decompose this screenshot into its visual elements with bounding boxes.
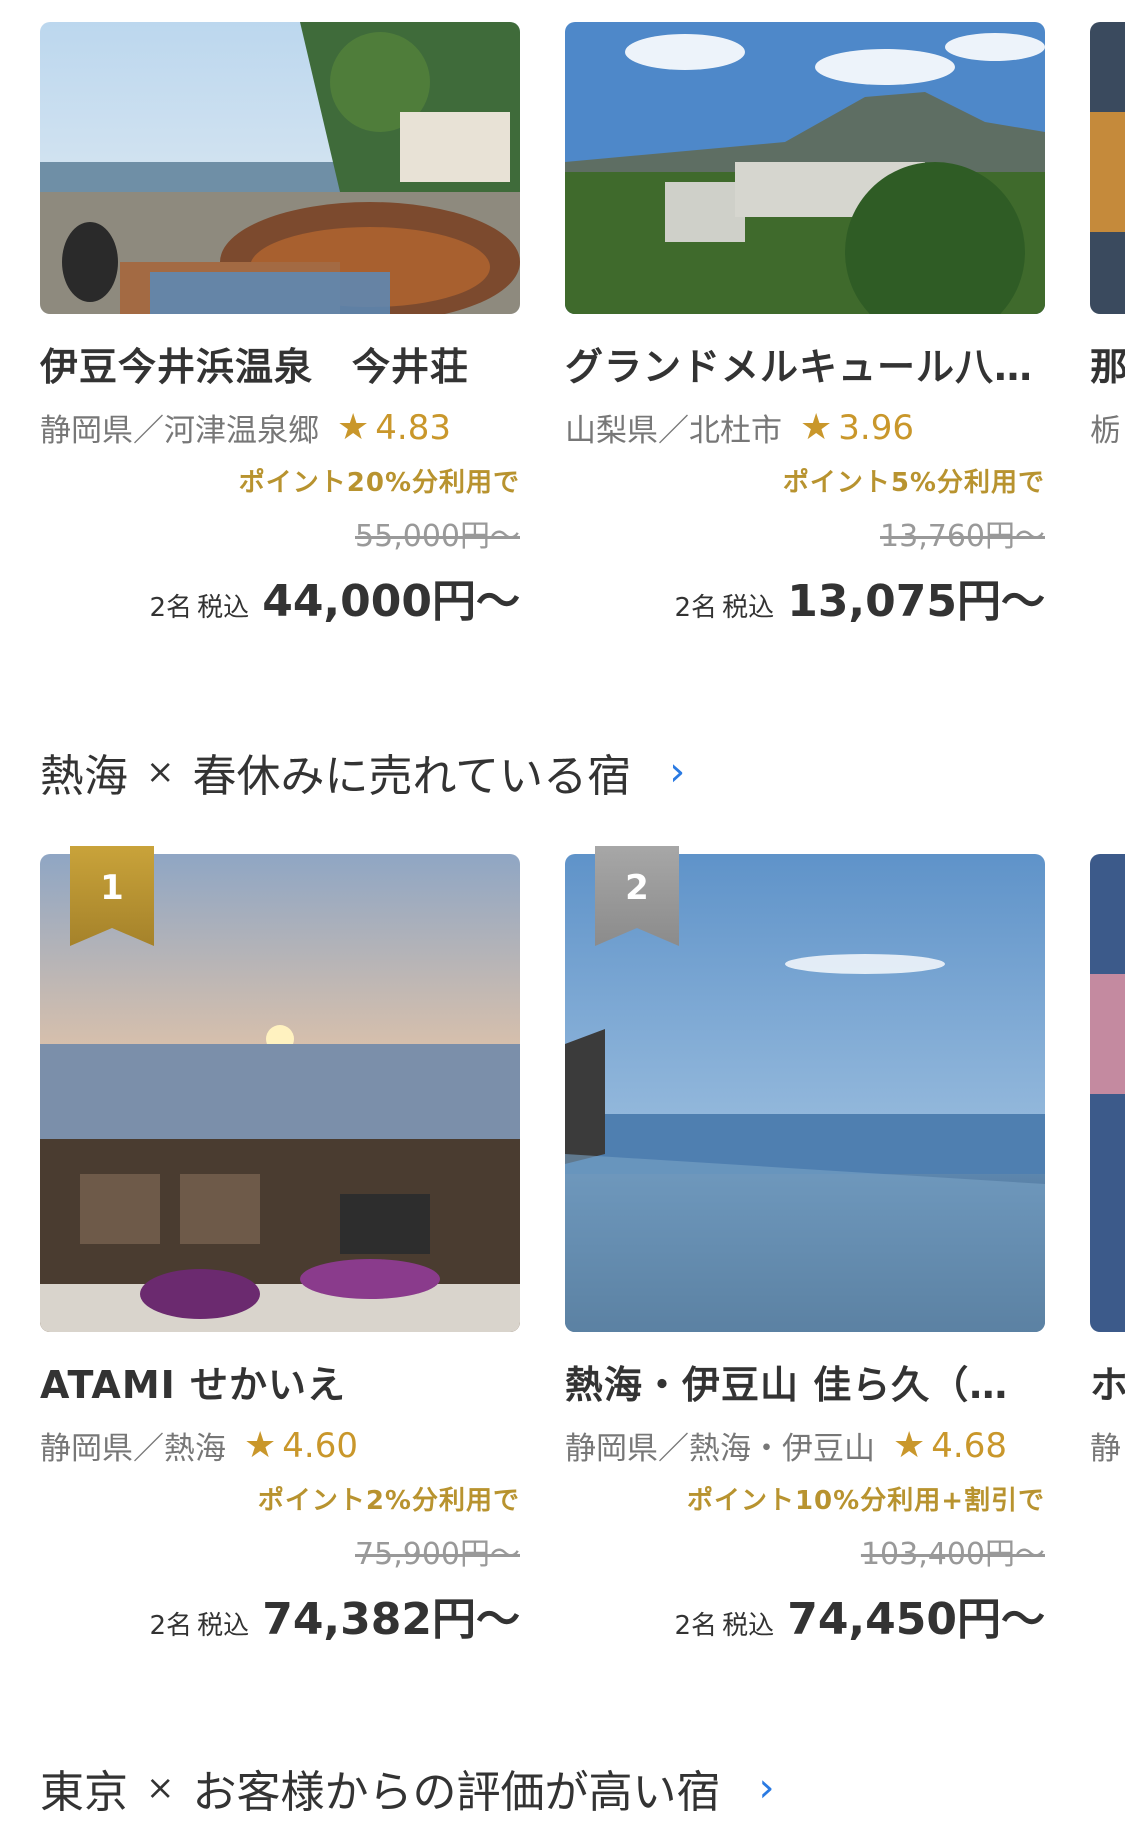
star-icon: ★ [893,1424,926,1466]
original-price: 13,760円〜 [880,519,1045,554]
section-cross: × [146,752,175,792]
hotel-name: 那 [1090,336,1125,391]
promo-text: ポイント2%分利用で [257,1486,520,1516]
chevron-right-icon[interactable]: › [759,1765,775,1811]
guest-count: 2名 [149,1611,192,1641]
hotel-carousel-2[interactable]: 1 ATAMI せかいえ 静岡県／熱海 ★ 4.60 ポイント2%分利用で 75… [0,846,1125,1646]
guest-count: 2名 [674,1611,717,1641]
section-text: 春休みに売れている宿 [192,751,632,802]
hotel-photo[interactable] [565,22,1045,314]
price: 74,450円〜 [787,1594,1045,1645]
tax-label: 税込 [197,1611,250,1641]
hotel-name: 伊豆今井浜温泉 今井荘 [40,345,470,389]
promo-text: ポイント5%分利用で [782,468,1045,498]
hotel-location: 栃 [1090,413,1121,449]
hotel-name: ホ [1090,1354,1125,1409]
hotel-photo[interactable]: 1 [40,846,520,1332]
hotel-photo[interactable] [1090,854,1125,1332]
hotel-photo-image [40,22,520,314]
hotel-location: 静 [1090,1431,1121,1467]
hotel-rating: 3.96 [838,407,914,448]
guest-count: 2名 [149,593,192,622]
hotel-card[interactable]: グランドメルキュール八… 山梨県／北杜市 ★ 3.96 ポイント5%分利用で 1… [565,22,1045,622]
original-price: 103,400円〜 [860,1537,1045,1572]
hotel-carousel-1[interactable]: 伊豆今井浜温泉 今井荘 静岡県／河津温泉郷 ★ 4.83 ポイント20%分利用で… [0,22,1125,622]
guest-count: 2名 [674,593,717,622]
hotel-photo-image [565,22,1045,314]
hotel-photo-image [1090,854,1125,1332]
hotel-name: グランドメルキュール八… [565,345,1034,389]
hotel-photo[interactable] [40,22,520,314]
chevron-right-icon[interactable]: › [669,749,685,795]
hotel-card-partial[interactable]: ホ 静 [1090,854,1125,1468]
hotel-rating: 4.68 [931,1425,1007,1466]
hotel-card-partial[interactable]: 那 栃 [1090,22,1125,450]
hotel-card[interactable]: 1 ATAMI せかいえ 静岡県／熱海 ★ 4.60 ポイント2%分利用で 75… [40,846,520,1646]
hotel-card[interactable]: 2 熱海・伊豆山 佳ら久（… 静岡県／熱海・伊豆山 ★ 4.68 ポイント10%… [565,846,1045,1646]
price: 13,075円〜 [787,576,1045,622]
star-icon: ★ [244,1424,277,1466]
price: 74,382円〜 [262,1594,520,1645]
tax-label: 税込 [722,593,775,622]
hotel-location: 山梨県／北杜市 [565,413,782,449]
section-title-atami[interactable]: 熱海 × 春休みに売れている宿 › [40,740,685,804]
star-icon: ★ [800,406,833,448]
hotel-photo[interactable]: 2 [565,846,1045,1332]
tax-label: 税込 [722,1611,775,1641]
hotel-photo[interactable] [1090,22,1125,314]
price: 44,000円〜 [262,576,520,622]
hotel-photo-image [1090,22,1125,314]
section-cross: × [146,1768,175,1808]
section-title-tokyo[interactable]: 東京 × お客様からの評価が高い宿 › [40,1756,775,1820]
section-area: 熱海 [40,751,128,802]
star-icon: ★ [337,406,370,448]
hotel-name: 熱海・伊豆山 佳ら久（… [565,1363,1009,1407]
hotel-location: 静岡県／河津温泉郷 [40,413,319,449]
hotel-rating: 4.60 [282,1425,358,1466]
promo-text: ポイント20%分利用で [238,468,520,498]
hotel-name: ATAMI せかいえ [40,1363,347,1407]
promo-text: ポイント10%分利用+割引で [686,1486,1045,1516]
tax-label: 税込 [197,593,250,622]
hotel-rating: 4.83 [375,407,451,448]
original-price: 55,000円〜 [355,519,520,554]
section-text: お客様からの評価が高い宿 [192,1767,721,1818]
hotel-location: 静岡県／熱海・伊豆山 [565,1431,875,1467]
hotel-card[interactable]: 伊豆今井浜温泉 今井荘 静岡県／河津温泉郷 ★ 4.83 ポイント20%分利用で… [40,22,520,622]
hotel-location: 静岡県／熱海 [40,1431,226,1467]
section-area: 東京 [40,1767,128,1818]
original-price: 75,900円〜 [355,1537,520,1572]
